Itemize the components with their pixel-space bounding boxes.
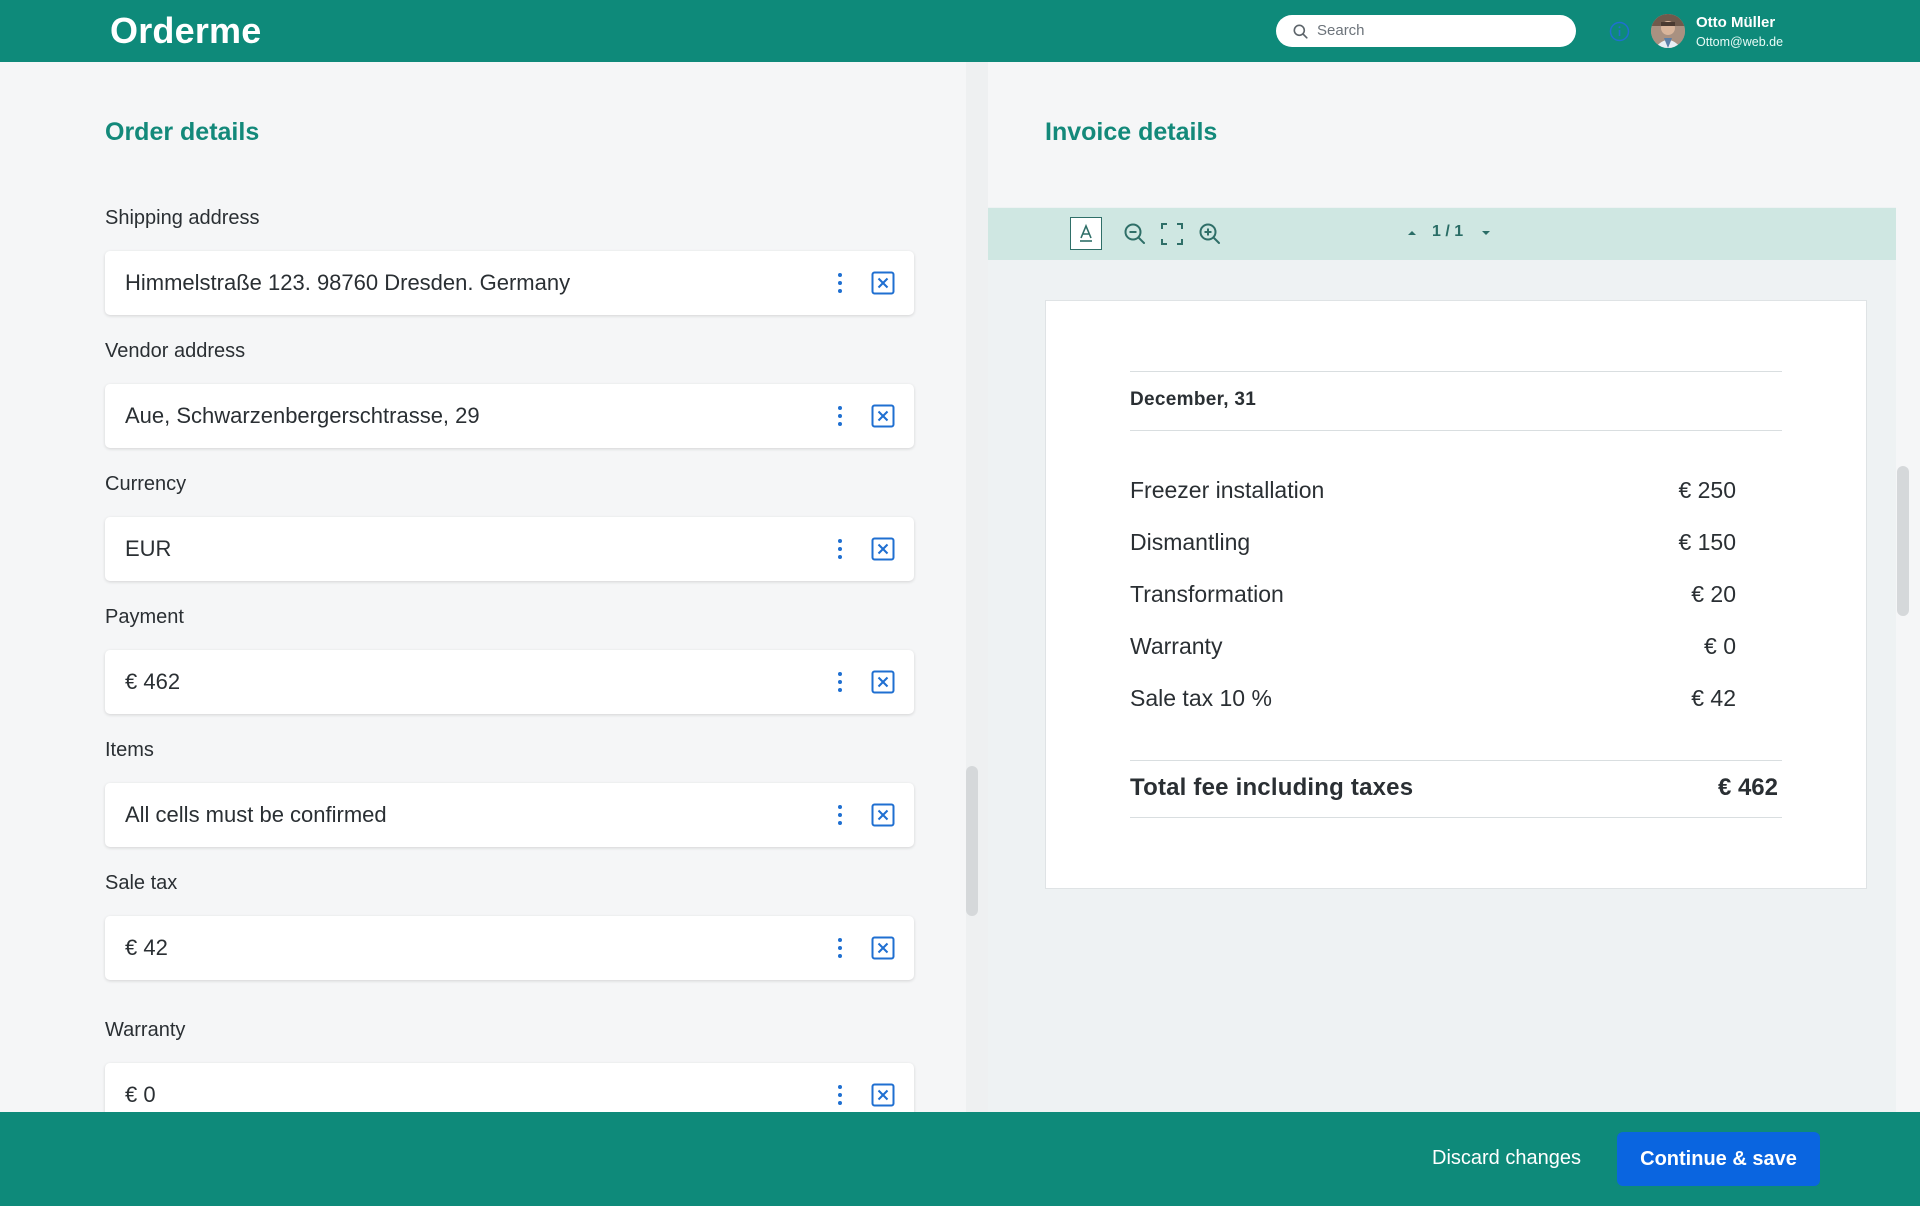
more-options-icon[interactable] bbox=[830, 670, 850, 694]
currency-field[interactable]: EUR bbox=[105, 517, 914, 581]
clear-icon[interactable] bbox=[871, 1083, 895, 1107]
invoice-line-name: Warranty bbox=[1130, 633, 1223, 659]
more-options-icon[interactable] bbox=[830, 803, 850, 827]
clear-icon[interactable] bbox=[871, 936, 895, 960]
user-name[interactable]: Otto Müller bbox=[1696, 14, 1775, 31]
document-viewer-toolbar: 1 / 1 bbox=[988, 208, 1896, 260]
fit-to-screen-icon[interactable] bbox=[1156, 218, 1188, 250]
currency-value[interactable]: EUR bbox=[125, 536, 171, 562]
sale-tax-field[interactable]: € 42 bbox=[105, 916, 914, 980]
left-scrollbar-track[interactable] bbox=[966, 62, 988, 1112]
divider bbox=[1130, 817, 1782, 818]
more-options-icon[interactable] bbox=[830, 1083, 850, 1107]
payment-label: Payment bbox=[105, 606, 184, 628]
discard-changes-button[interactable]: Discard changes bbox=[1432, 1147, 1581, 1170]
left-scrollbar-thumb[interactable] bbox=[966, 766, 978, 916]
items-label: Items bbox=[105, 739, 154, 761]
divider bbox=[1130, 430, 1782, 431]
user-photo-icon bbox=[1651, 14, 1685, 48]
zoom-in-icon[interactable] bbox=[1194, 218, 1226, 250]
shipping-address-label: Shipping address bbox=[105, 207, 260, 229]
search-icon bbox=[1293, 24, 1308, 39]
payment-field[interactable]: € 462 bbox=[105, 650, 914, 714]
search-placeholder: Search bbox=[1317, 22, 1365, 39]
top-bar: Orderme Search Otto Müller Ottom@web.de bbox=[0, 0, 1920, 62]
app-logo[interactable]: Orderme bbox=[110, 10, 261, 52]
text-select-button[interactable] bbox=[1070, 217, 1102, 250]
items-field[interactable]: All cells must be confirmed bbox=[105, 783, 914, 847]
currency-label: Currency bbox=[105, 473, 187, 495]
sale-tax-value[interactable]: € 42 bbox=[125, 935, 168, 961]
clear-icon[interactable] bbox=[871, 271, 895, 295]
avatar[interactable] bbox=[1651, 14, 1685, 48]
divider bbox=[1130, 371, 1782, 372]
invoice-line-amount: € 0 bbox=[1704, 633, 1736, 659]
clear-icon[interactable] bbox=[871, 404, 895, 428]
invoice-line-name: Sale tax 10 % bbox=[1130, 685, 1272, 711]
invoice-line-name: Transformation bbox=[1130, 581, 1284, 607]
more-options-icon[interactable] bbox=[830, 936, 850, 960]
more-options-icon[interactable] bbox=[830, 537, 850, 561]
text-select-icon bbox=[1080, 223, 1092, 242]
more-options-icon[interactable] bbox=[830, 404, 850, 428]
info-icon[interactable] bbox=[1609, 21, 1630, 42]
vendor-address-label: Vendor address bbox=[105, 340, 246, 362]
shipping-address-value[interactable]: Himmelstraße 123. 98760 Dresden. Germany bbox=[125, 270, 570, 296]
zoom-out-icon[interactable] bbox=[1119, 218, 1151, 250]
warranty-value[interactable]: € 0 bbox=[125, 1082, 156, 1108]
vendor-address-field[interactable]: Aue, Schwarzenbergerschtrasse, 29 bbox=[105, 384, 914, 448]
invoice-line-amount: € 250 bbox=[1678, 477, 1736, 503]
invoice-total-label: Total fee including taxes bbox=[1130, 774, 1414, 801]
clear-icon[interactable] bbox=[871, 803, 895, 827]
right-scrollbar-thumb[interactable] bbox=[1897, 466, 1909, 616]
vendor-address-value[interactable]: Aue, Schwarzenbergerschtrasse, 29 bbox=[125, 403, 480, 429]
clear-icon[interactable] bbox=[871, 537, 895, 561]
warranty-label: Warranty bbox=[105, 1019, 186, 1041]
invoice-document: December, 31 Freezer installation € 250 … bbox=[1045, 300, 1867, 889]
invoice-details-title: Invoice details bbox=[1045, 118, 1218, 146]
sale-tax-label: Sale tax bbox=[105, 872, 178, 894]
divider bbox=[1130, 760, 1782, 761]
more-options-icon[interactable] bbox=[830, 271, 850, 295]
invoice-total-amount: € 462 bbox=[1717, 774, 1778, 801]
invoice-line-amount: € 42 bbox=[1691, 685, 1736, 711]
order-details-title: Order details bbox=[105, 118, 260, 146]
search-input[interactable]: Search bbox=[1276, 15, 1576, 47]
invoice-line-amount: € 150 bbox=[1678, 529, 1736, 555]
invoice-line-name: Freezer installation bbox=[1130, 477, 1325, 503]
shipping-address-field[interactable]: Himmelstraße 123. 98760 Dresden. Germany bbox=[105, 251, 914, 315]
footer-bar: Discard changes Continue & save bbox=[0, 1112, 1920, 1206]
continue-save-button[interactable]: Continue & save bbox=[1617, 1132, 1820, 1186]
user-email: Ottom@web.de bbox=[1696, 35, 1784, 49]
invoice-line-name: Dismantling bbox=[1130, 529, 1251, 555]
invoice-date: December, 31 bbox=[1130, 389, 1257, 410]
next-page-icon[interactable] bbox=[1480, 228, 1492, 238]
page-indicator: 1 / 1 bbox=[1432, 223, 1464, 240]
items-value[interactable]: All cells must be confirmed bbox=[125, 802, 387, 828]
invoice-line-amount: € 20 bbox=[1691, 581, 1736, 607]
previous-page-icon[interactable] bbox=[1406, 228, 1418, 238]
clear-icon[interactable] bbox=[871, 670, 895, 694]
payment-value[interactable]: € 462 bbox=[125, 669, 180, 695]
